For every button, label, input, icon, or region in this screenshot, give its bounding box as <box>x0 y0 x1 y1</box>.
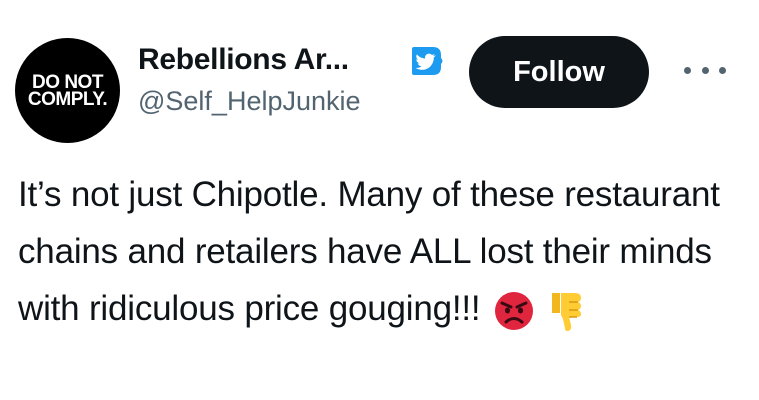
angry-face-emoji-icon <box>495 291 533 330</box>
tweet-text-container: It’s not just Chipotle. Many of these re… <box>18 166 743 337</box>
tweet-text: It’s not just Chipotle. Many of these re… <box>18 175 720 328</box>
more-dot <box>684 66 691 74</box>
more-options-icon[interactable] <box>684 55 726 85</box>
avatar-text-line1: DO NOT <box>32 71 103 93</box>
follow-button[interactable]: Follow <box>469 36 649 108</box>
more-dot <box>701 66 709 74</box>
handle[interactable]: @Self_HelpJunkie <box>138 86 361 117</box>
display-name[interactable]: Rebellions Ar... <box>138 43 349 77</box>
verified-badge-icon <box>412 47 443 75</box>
display-name-row[interactable]: Rebellions Ar... <box>138 40 349 80</box>
avatar[interactable]: DO NOT COMPLY. <box>15 38 120 143</box>
avatar-text-line2: COMPLY. <box>27 88 108 110</box>
thumbs-down-emoji-icon <box>551 292 581 331</box>
more-dot <box>719 66 726 74</box>
